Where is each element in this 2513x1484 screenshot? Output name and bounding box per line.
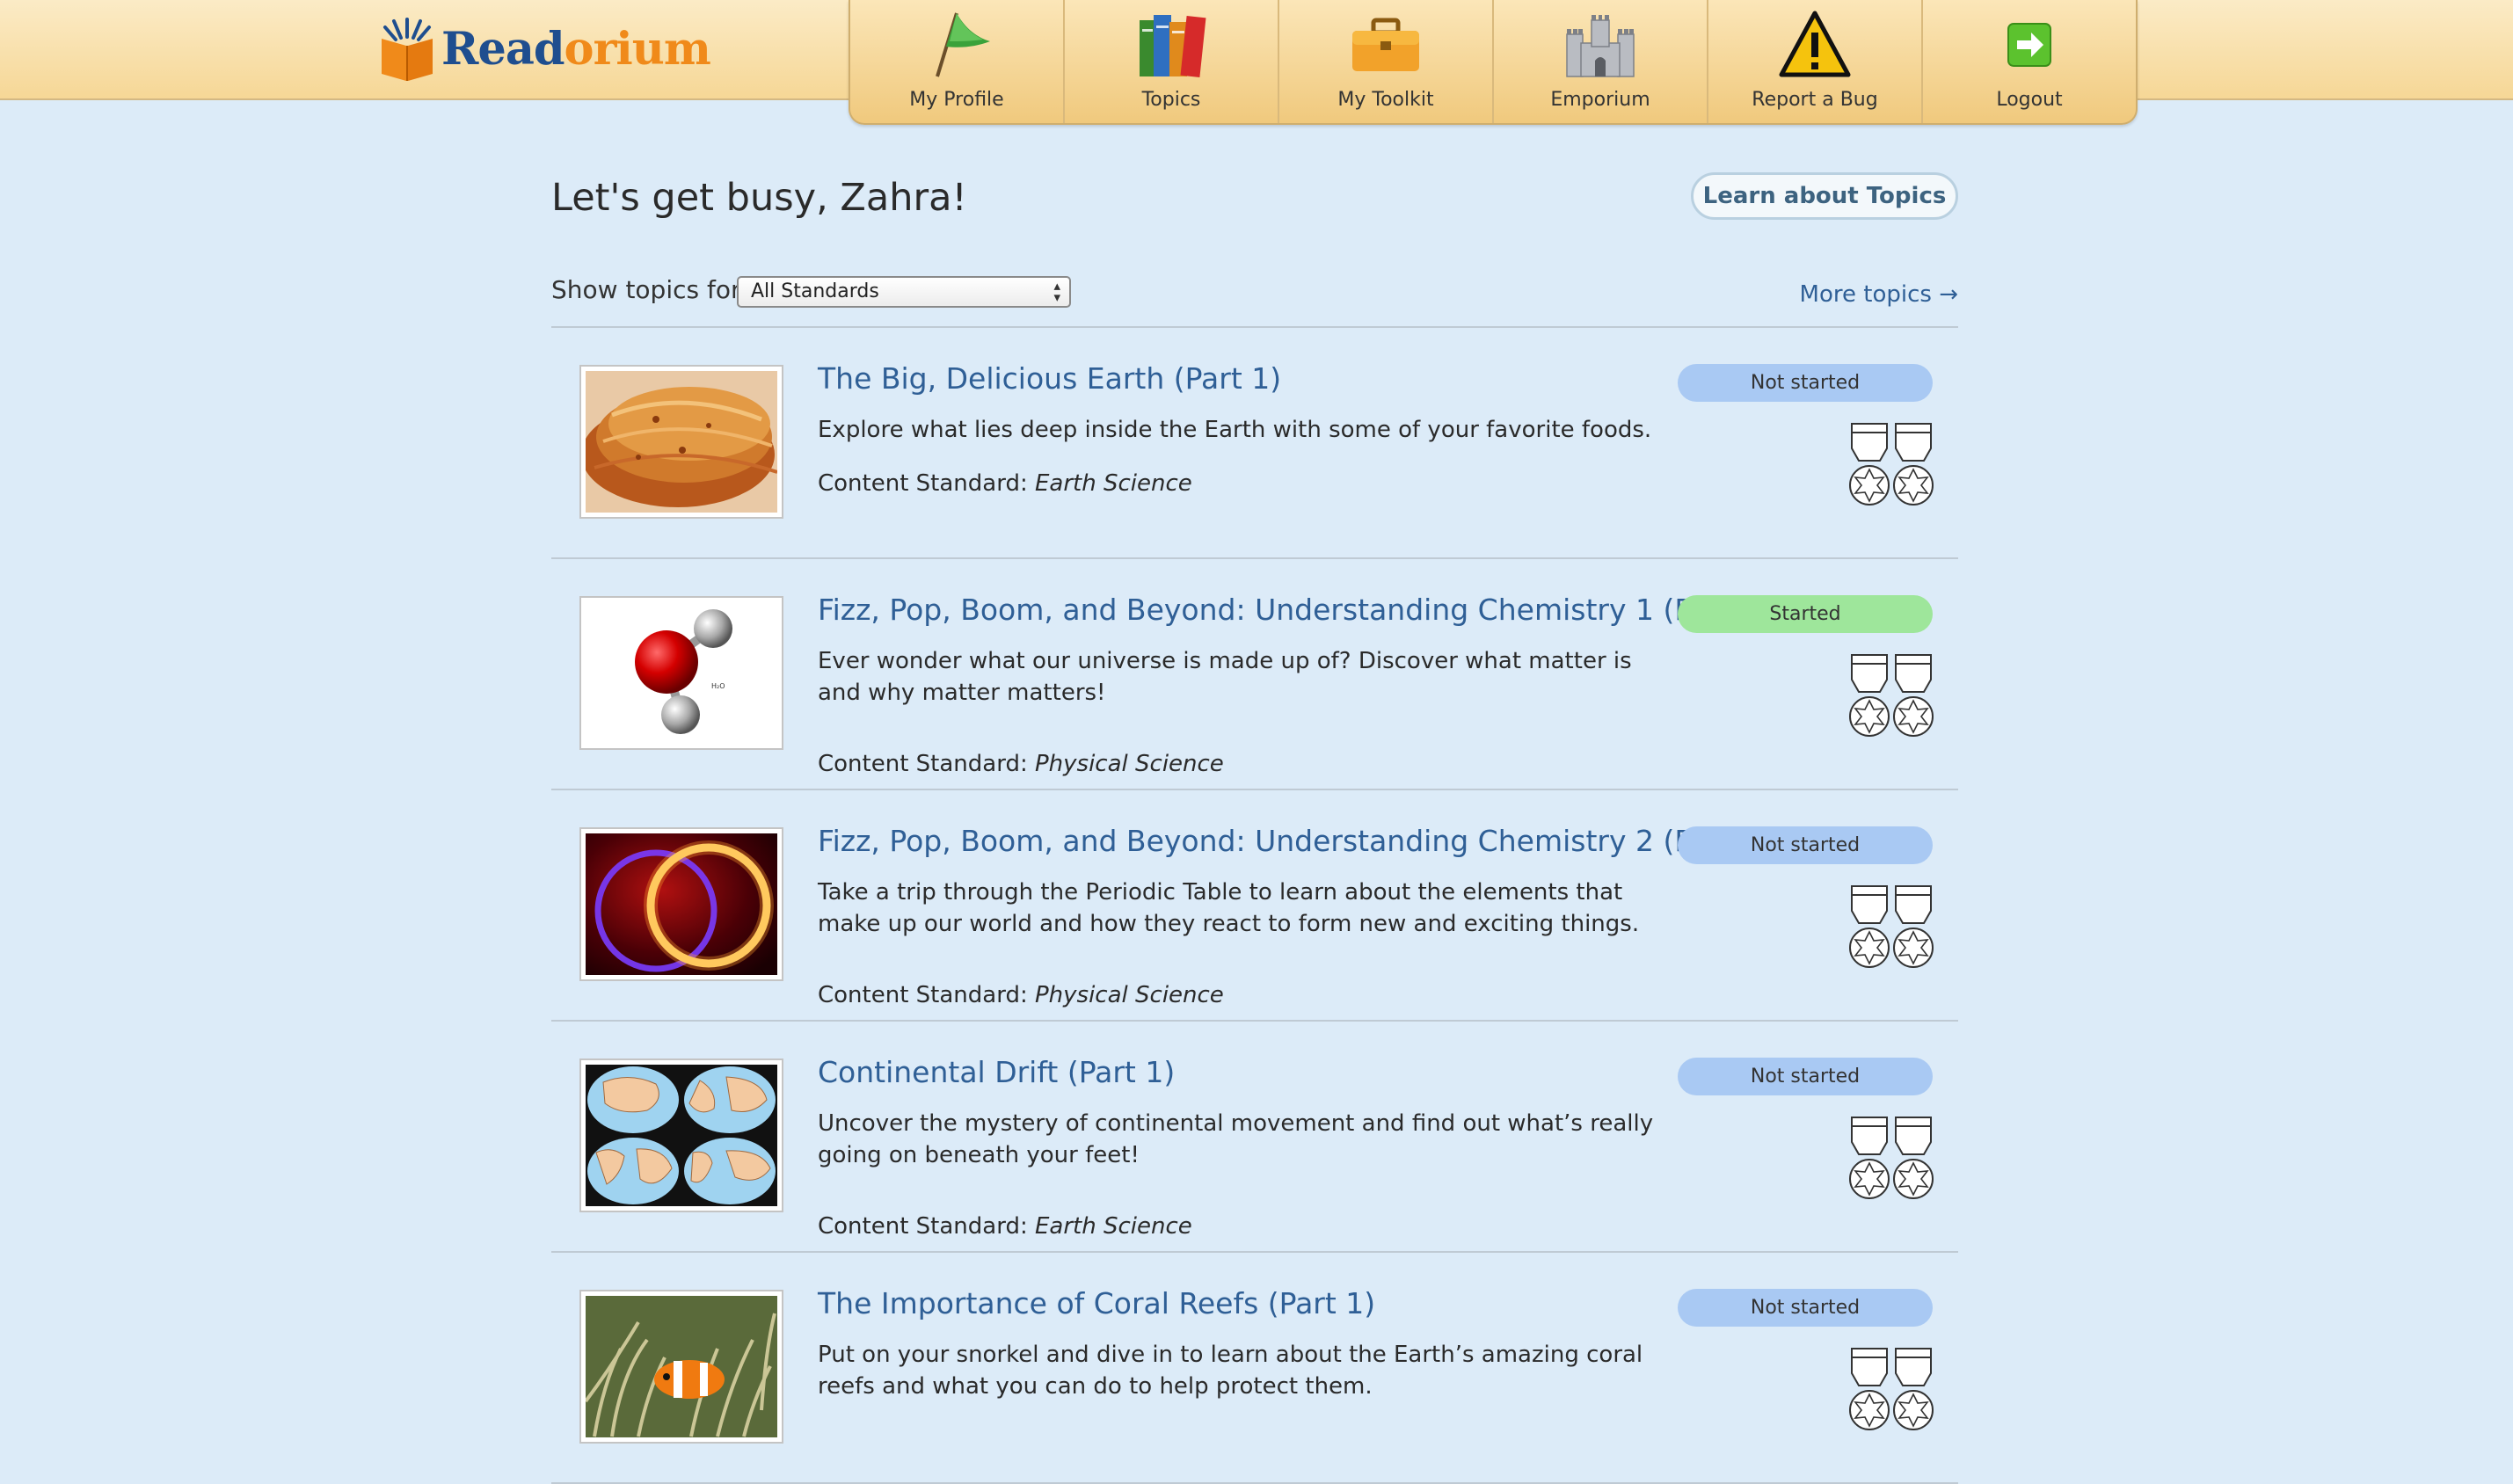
topic-title[interactable]: The Importance of Coral Reefs (Part 1)	[818, 1286, 1375, 1320]
page-greeting: Let's get busy, Zahra!	[551, 176, 967, 220]
more-topics-link[interactable]: More topics →	[1800, 281, 1958, 308]
topic-description: Ever wonder what our universe is made up…	[818, 648, 1632, 706]
topic-thumbnail[interactable]	[579, 365, 783, 519]
standards-select-value: All Standards	[751, 280, 879, 302]
nav-label: My Profile	[909, 89, 1004, 111]
status-badge: Not started	[1678, 1058, 1933, 1095]
status-badge: Not started	[1678, 826, 1933, 864]
topic-item: The Importance of Coral Reefs (Part 1) P…	[551, 1253, 1958, 1484]
nav-label: Logout	[1996, 89, 2063, 111]
nav-my-profile[interactable]: My Profile	[850, 0, 1065, 123]
warning-icon	[1779, 11, 1851, 77]
topic-item: The Big, Delicious Earth (Part 1) Explor…	[551, 328, 1958, 559]
clownfish-image	[586, 1296, 777, 1437]
topic-item: Continental Drift (Part 1) Uncover the m…	[551, 1022, 1958, 1253]
topic-list: The Big, Delicious Earth (Part 1) Explor…	[551, 326, 1958, 1484]
nav-my-toolkit[interactable]: My Toolkit	[1279, 0, 1494, 123]
castle-icon	[1566, 15, 1635, 77]
content-standard: Content Standard: Earth Science	[818, 1213, 1192, 1240]
standard-value: Physical Science	[1034, 982, 1224, 1008]
topic-item: Fizz, Pop, Boom, and Beyond: Understandi…	[551, 790, 1958, 1022]
topic-description: Explore what lies deep inside the Earth …	[818, 417, 1652, 443]
topic-thumbnail[interactable]	[579, 827, 783, 981]
topic-title[interactable]: The Big, Delicious Earth (Part 1)	[818, 361, 1281, 396]
standards-select[interactable]: All Standards ▴ ▾	[737, 276, 1071, 308]
book-logo-icon	[382, 18, 433, 81]
medals-icon	[1848, 650, 1934, 738]
nav-logout[interactable]: Logout	[1923, 0, 2136, 123]
flag-icon	[936, 12, 990, 77]
status-badge: Not started	[1678, 364, 1933, 402]
medals-icon	[1848, 1343, 1934, 1431]
world-maps-image	[586, 1065, 777, 1206]
topic-title[interactable]: Fizz, Pop, Boom, and Beyond: Understandi…	[818, 593, 1771, 627]
select-arrows-icon: ▴ ▾	[1053, 278, 1060, 305]
standard-value: Earth Science	[1034, 1213, 1192, 1240]
nav-label: My Toolkit	[1337, 89, 1434, 111]
content-standard: Content Standard: Physical Science	[818, 751, 1224, 777]
logo-text: Readorium	[441, 23, 711, 76]
glowing-rings-image	[586, 833, 777, 975]
logout-arrow-icon	[2007, 23, 2051, 67]
pancakes-image	[586, 371, 777, 513]
top-header: Readorium My Profile Topics My Toolkit E…	[0, 0, 2513, 125]
learn-about-topics-button[interactable]: Learn about Topics	[1691, 172, 1958, 220]
topic-title[interactable]: Continental Drift (Part 1)	[818, 1055, 1175, 1089]
medals-icon	[1848, 881, 1934, 969]
standard-value: Earth Science	[1034, 470, 1192, 497]
nav-emporium[interactable]: Emporium	[1494, 0, 1708, 123]
content-standard: Content Standard: Physical Science	[818, 982, 1224, 1008]
standard-value: Physical Science	[1034, 751, 1224, 777]
status-badge: Started	[1678, 595, 1933, 633]
readorium-logo[interactable]: Readorium	[376, 16, 711, 83]
topic-thumbnail[interactable]	[579, 1058, 783, 1212]
books-icon	[1140, 15, 1206, 77]
topic-thumbnail[interactable]	[579, 1290, 783, 1444]
content-standard: Content Standard: Earth Science	[818, 470, 1192, 497]
water-molecule-image: H₂O	[586, 602, 777, 744]
nav-report-bug[interactable]: Report a Bug	[1708, 0, 1923, 123]
topic-item: H₂O Fizz, Pop, Boom, and Beyond: Underst…	[551, 559, 1958, 790]
topic-title[interactable]: Fizz, Pop, Boom, and Beyond: Understandi…	[818, 824, 1771, 858]
molecule-caption: H₂O	[711, 682, 725, 690]
medals-icon	[1848, 418, 1934, 506]
toolbox-icon	[1352, 18, 1419, 71]
topic-description: Put on your snorkel and dive in to learn…	[818, 1342, 1643, 1400]
status-badge: Not started	[1678, 1289, 1933, 1327]
nav-topics[interactable]: Topics	[1065, 0, 1279, 123]
topic-description: Uncover the mystery of continental movem…	[818, 1110, 1654, 1168]
main-nav: My Profile Topics My Toolkit Emporium Re…	[849, 0, 2138, 125]
filter-label: Show topics for	[551, 275, 741, 304]
topic-description: Take a trip through the Periodic Table t…	[818, 879, 1640, 937]
nav-label: Report a Bug	[1752, 89, 1878, 111]
topic-thumbnail[interactable]: H₂O	[579, 596, 783, 750]
nav-label: Topics	[1141, 89, 1201, 111]
nav-label: Emporium	[1550, 89, 1650, 111]
medals-icon	[1848, 1112, 1934, 1200]
